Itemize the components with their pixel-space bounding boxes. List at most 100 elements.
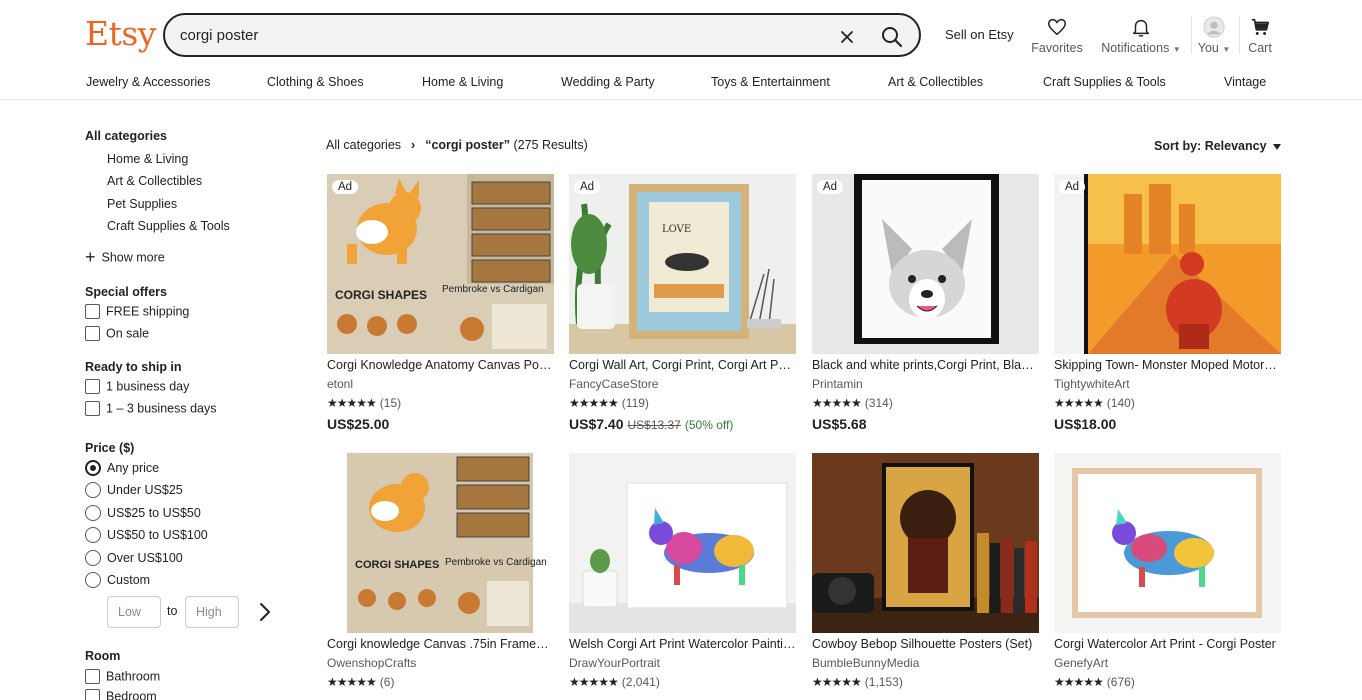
radio[interactable] [85,550,101,566]
chevron-down-icon: ▼ [1172,45,1181,54]
nav-category[interactable]: Art & Collectibles [888,75,983,89]
price-low-input[interactable] [107,596,161,628]
svg-text:Pembroke vs Cardigan: Pembroke vs Cardigan [445,557,547,568]
show-more-label: Show more [101,250,165,265]
show-more-button[interactable]: + Show more [85,247,165,267]
price-custom-radio[interactable]: Custom [85,572,150,590]
price-any-radio[interactable]: Any price [85,460,159,478]
checkbox[interactable] [85,304,100,320]
radio[interactable] [85,527,101,543]
shop-name[interactable]: BumbleBunnyMedia [812,656,919,670]
listing-image[interactable] [569,453,796,633]
radio[interactable] [85,482,101,498]
cart-icon [1244,16,1276,38]
listing-title[interactable]: Corgi Watercolor Art Print - Corgi Poste… [1054,637,1281,651]
rating: ★★★★★ (6) [327,675,394,689]
cart-button[interactable]: Cart [1244,16,1276,55]
all-categories-heading[interactable]: All categories [85,129,167,143]
listing-title[interactable]: Cowboy Bebop Silhouette Posters (Set) [812,637,1039,651]
sidebar-category[interactable]: Craft Supplies & Tools [107,219,230,233]
listing-image[interactable] [812,174,1039,354]
nav-category[interactable]: Toys & Entertainment [711,75,830,89]
star-rating-icon: ★★★★★ [327,396,377,410]
search-input[interactable] [180,25,800,45]
ad-badge: Ad [574,180,601,194]
price-value: US$7.40 [569,416,624,432]
breadcrumb-root[interactable]: All categories [326,138,401,152]
breadcrumb-query: “corgi poster” [425,138,510,152]
ship-1-day-checkbox[interactable]: 1 business day [85,379,189,397]
sidebar-category[interactable]: Pet Supplies [107,197,177,211]
rating: ★★★★★ (119) [569,396,649,410]
site-header: Etsy Sell on Etsy Favorites Notification… [0,0,1362,100]
nav-category[interactable]: Vintage [1224,75,1266,89]
notifications-button[interactable]: Notifications ▼ [1098,16,1184,55]
checkbox[interactable] [85,326,100,342]
room-heading: Room [85,649,121,663]
listing-image[interactable] [812,453,1039,633]
on-sale-checkbox[interactable]: On sale [85,326,149,344]
listing-image[interactable]: LOVE [569,174,796,354]
star-rating-icon: ★★★★★ [812,675,862,689]
search-icon[interactable] [877,22,907,52]
room-bathroom-checkbox[interactable]: Bathroom [85,669,160,687]
review-count: (314) [864,396,893,410]
radio[interactable] [85,572,101,588]
listing-title[interactable]: Corgi knowledge Canvas .75in Framed Post… [327,637,554,651]
sidebar-category[interactable]: Home & Living [107,152,188,166]
listing-title[interactable]: Welsh Corgi Art Print Watercolor Paintin… [569,637,796,651]
shop-name[interactable]: DrawYourPortrait [569,656,660,670]
sidebar-category[interactable]: Art & Collectibles [107,174,202,188]
avatar [1196,16,1232,38]
rating: ★★★★★ (1,153) [812,675,903,689]
listing-title[interactable]: Skipping Town- Monster Moped Motorcycle … [1054,358,1281,372]
sell-on-etsy-link[interactable]: Sell on Etsy [945,27,1014,42]
radio-selected[interactable] [85,460,101,476]
listing-image[interactable] [1054,453,1281,633]
price-high-input[interactable] [185,596,239,628]
price-over-100-radio[interactable]: Over US$100 [85,550,183,568]
sort-dropdown[interactable]: Sort by: Relevancy [1154,139,1281,153]
shop-name[interactable]: OwenshopCrafts [327,656,416,670]
listing-image[interactable] [1054,174,1281,354]
shop-name[interactable]: FancyCaseStore [569,377,658,391]
checkbox[interactable] [85,379,100,395]
price-50-100-radio[interactable]: US$50 to US$100 [85,527,208,545]
nav-category[interactable]: Craft Supplies & Tools [1043,75,1166,89]
price-submit-chevron-icon[interactable] [257,601,273,628]
ad-badge: Ad [817,180,844,194]
star-rating-icon: ★★★★★ [1054,396,1104,410]
you-label: You [1197,41,1219,55]
account-button[interactable]: You ▼ [1196,16,1232,55]
nav-category[interactable]: Wedding & Party [561,75,655,89]
shop-name[interactable]: TightywhiteArt [1054,377,1130,391]
radio[interactable] [85,505,101,521]
checkbox[interactable] [85,689,100,700]
price-under-25-radio[interactable]: Under US$25 [85,482,183,500]
radio-label: Under US$25 [107,483,183,497]
listing-title[interactable]: Corgi Wall Art, Corgi Print, Corgi Art P… [569,358,796,372]
nav-category[interactable]: Jewelry & Accessories [86,75,210,89]
checkbox[interactable] [85,669,100,685]
checkbox[interactable] [85,401,100,417]
nav-category[interactable]: Home & Living [422,75,503,89]
listing-image[interactable]: CORGI SHAPES Pembroke vs Cardigan [327,174,554,354]
review-count: (1,153) [864,675,903,689]
favorites-button[interactable]: Favorites [1030,16,1084,55]
room-bedroom-checkbox[interactable]: Bedroom [85,689,157,700]
listing-price: US$7.40 US$13.37 (50% off) [569,416,733,432]
ship-1-3-days-checkbox[interactable]: 1 – 3 business days [85,401,217,419]
etsy-logo[interactable]: Etsy [85,14,156,53]
nav-category[interactable]: Clothing & Shoes [267,75,364,89]
listing-image[interactable]: CORGI SHAPES Pembroke vs Cardigan [327,453,554,633]
listing-price: US$25.00 [327,416,389,432]
shop-name[interactable]: etonl [327,377,353,391]
price-value: US$5.68 [812,416,867,432]
listing-title[interactable]: Corgi Knowledge Anatomy Canvas Poster [327,358,554,372]
listing-title[interactable]: Black and white prints,Corgi Print, Blac… [812,358,1039,372]
price-25-50-radio[interactable]: US$25 to US$50 [85,505,201,523]
shop-name[interactable]: Printamin [812,377,863,391]
shop-name[interactable]: GenefyArt [1054,656,1108,670]
clear-search-icon[interactable] [835,25,859,49]
free-shipping-checkbox[interactable]: FREE shipping [85,304,189,322]
